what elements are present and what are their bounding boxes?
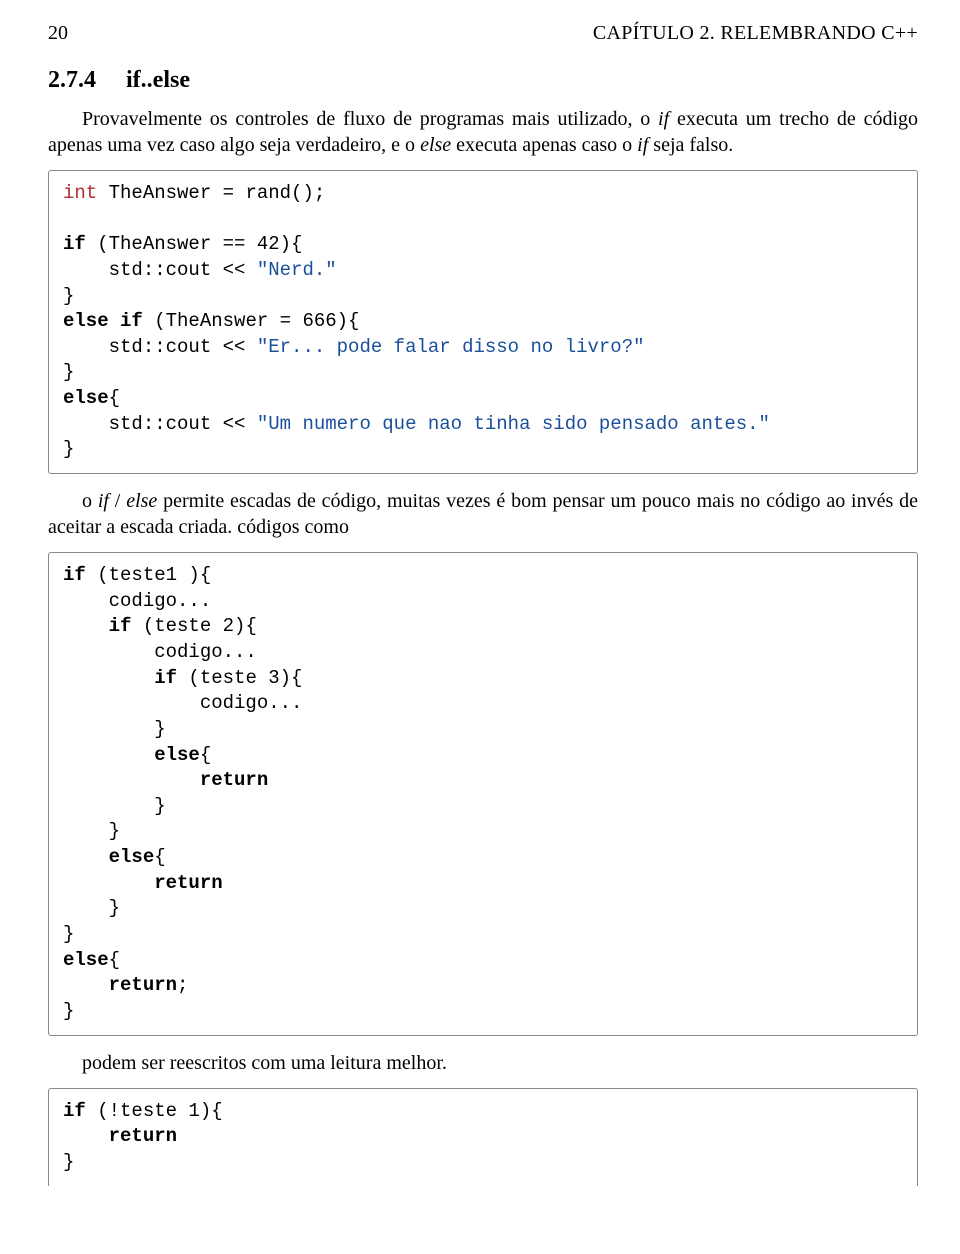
section-heading: 2.7.4 if..else xyxy=(48,67,918,94)
page-number: 20 xyxy=(48,22,68,45)
page-header: 20 CAPÍTULO 2. RELEMBRANDO C++ xyxy=(48,22,918,45)
italic-if: if xyxy=(658,108,669,130)
intro-paragraph: Provavelmente os controles de fluxo de p… xyxy=(48,106,918,158)
code-block-3: if (!teste 1){ return } xyxy=(48,1088,918,1186)
chapter-header: CAPÍTULO 2. RELEMBRANDO C++ xyxy=(593,22,918,45)
italic-if-3: if xyxy=(98,490,109,512)
page: 20 CAPÍTULO 2. RELEMBRANDO C++ 2.7.4 if.… xyxy=(0,0,960,1254)
section-title-text: if..else xyxy=(126,67,190,93)
italic-else-2: else xyxy=(126,490,157,512)
code-block-1: int TheAnswer = rand(); if (TheAnswer ==… xyxy=(48,170,918,474)
chapter-title: RELEMBRANDO C++ xyxy=(720,22,918,44)
italic-else: else xyxy=(420,134,451,156)
section-number: 2.7.4 xyxy=(48,67,96,93)
middle-paragraph: o if / else permite escadas de código, m… xyxy=(48,488,918,540)
code-block-2: if (teste1 ){ codigo... if (teste 2){ co… xyxy=(48,552,918,1036)
chapter-label: CAPÍTULO 2. xyxy=(593,22,715,44)
closing-paragraph: podem ser reescritos com uma leitura mel… xyxy=(48,1050,918,1076)
italic-if-2: if xyxy=(637,134,648,156)
